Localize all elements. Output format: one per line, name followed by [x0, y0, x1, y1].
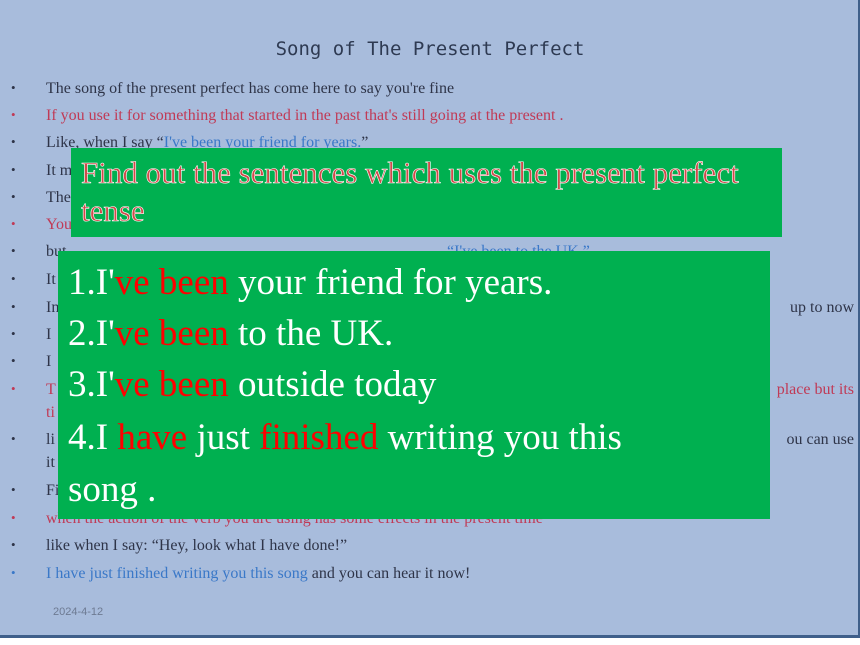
line-text: It — [46, 271, 56, 288]
bullet-text: The song of the present perfect has come… — [46, 80, 454, 98]
line-text: It m — [46, 162, 73, 179]
bullet-line: • If you use it for something that starte… — [0, 107, 860, 134]
bullet-text: I — [46, 353, 51, 371]
bullet-icon: • — [11, 243, 16, 258]
answers-box: 1.I've been your friend for years. 2.I'v… — [58, 251, 770, 519]
bullet-icon: • — [11, 482, 16, 497]
line-text: I have just finished writing you this so… — [46, 565, 308, 582]
line-text: You — [46, 216, 72, 233]
bullet-icon: • — [11, 381, 16, 396]
bullet-line: • I have just finished writing you this s… — [0, 565, 860, 592]
answer-text: 2.I' — [68, 313, 115, 354]
answer-2: 2.I've been to the UK. — [68, 308, 393, 360]
answer-text: your friend for years. — [228, 262, 553, 303]
bullet-icon: • — [11, 326, 16, 341]
line-text: If you use it for something that started… — [46, 107, 564, 124]
bullet-text: T — [46, 381, 56, 399]
answer-4-continued: song . — [68, 464, 156, 516]
slide-title: Song of The Present Perfect — [275, 38, 585, 60]
bullet-icon: • — [11, 189, 16, 204]
line-text: and you can hear it now! — [307, 565, 471, 582]
answer-highlight: ve been — [114, 313, 229, 354]
bullet-icon: • — [11, 162, 16, 177]
bullet-text: li — [46, 431, 55, 449]
question-box: Find out the sentences which uses the pr… — [71, 148, 782, 237]
bullet-text: You — [46, 216, 72, 234]
answer-highlight: finished — [259, 417, 379, 458]
answer-text: outside today — [228, 364, 437, 405]
bullet-text: I — [46, 326, 51, 344]
line-text: T — [46, 381, 56, 398]
bullet-text: If you use it for something that started… — [46, 107, 563, 125]
line-text: li — [46, 431, 55, 448]
answer-text: 4.I — [68, 417, 118, 458]
bullet-text: It m — [46, 162, 72, 180]
bullet-icon: • — [11, 107, 16, 122]
line-text: it — [46, 454, 55, 471]
bullet-line: • The song of the present perfect has com… — [0, 80, 860, 107]
bullet-icon: • — [11, 134, 16, 149]
answer-4: 4.I have just finished writing you this — [68, 412, 622, 464]
bullet-icon: • — [11, 537, 16, 552]
slide: Song of The Present Perfect • The song of… — [0, 0, 860, 638]
bullet-text: ti — [46, 404, 55, 422]
bullet-icon: • — [11, 565, 16, 580]
answer-highlight: ve been — [114, 262, 229, 303]
line-text: The song of the present perfect has come… — [46, 80, 455, 97]
bullet-text: it — [46, 454, 55, 472]
bullet-icon: • — [11, 510, 16, 525]
line-text-right: ou can use — [786, 431, 854, 448]
answer-3: 3.I've been outside today — [68, 359, 436, 411]
question-text: Find out the sentences which uses the pr… — [81, 155, 739, 229]
bullet-text: I have just finished writing you this so… — [46, 565, 470, 583]
answer-highlight: ve been — [114, 364, 229, 405]
answer-1: 1.I've been your friend for years. — [68, 257, 552, 309]
bullet-icon: • — [11, 80, 16, 95]
line-text-right: place but its — [776, 381, 854, 398]
bullet-text: The — [46, 189, 71, 207]
answer-text: song . — [68, 469, 157, 510]
answer-text: 3.I' — [68, 364, 115, 405]
bullet-text: It — [46, 271, 56, 289]
bullet-line: • like when I say: “Hey, look what I have… — [0, 537, 860, 564]
line-text-right: up to now — [790, 299, 854, 316]
bullet-icon: • — [11, 431, 16, 446]
answer-text: just — [187, 417, 260, 458]
line-text: I — [46, 326, 52, 343]
bullet-icon: • — [11, 271, 16, 286]
bullet-icon: • — [11, 299, 16, 314]
bullet-icon: • — [11, 216, 16, 231]
line-text: I — [46, 353, 52, 370]
line-text: like when I say: “Hey, look what I have … — [46, 537, 348, 554]
answer-text: writing you this — [378, 417, 622, 458]
answer-text: 1.I' — [68, 262, 115, 303]
line-text: The — [46, 189, 71, 206]
bullet-icon: • — [11, 353, 16, 368]
answer-highlight: have — [117, 417, 188, 458]
bullet-text: like when I say: “Hey, look what I have … — [46, 537, 347, 555]
slide-date: 2024-4-12 — [53, 606, 104, 618]
line-text: ti — [46, 404, 55, 421]
answer-text: to the UK. — [228, 313, 394, 354]
